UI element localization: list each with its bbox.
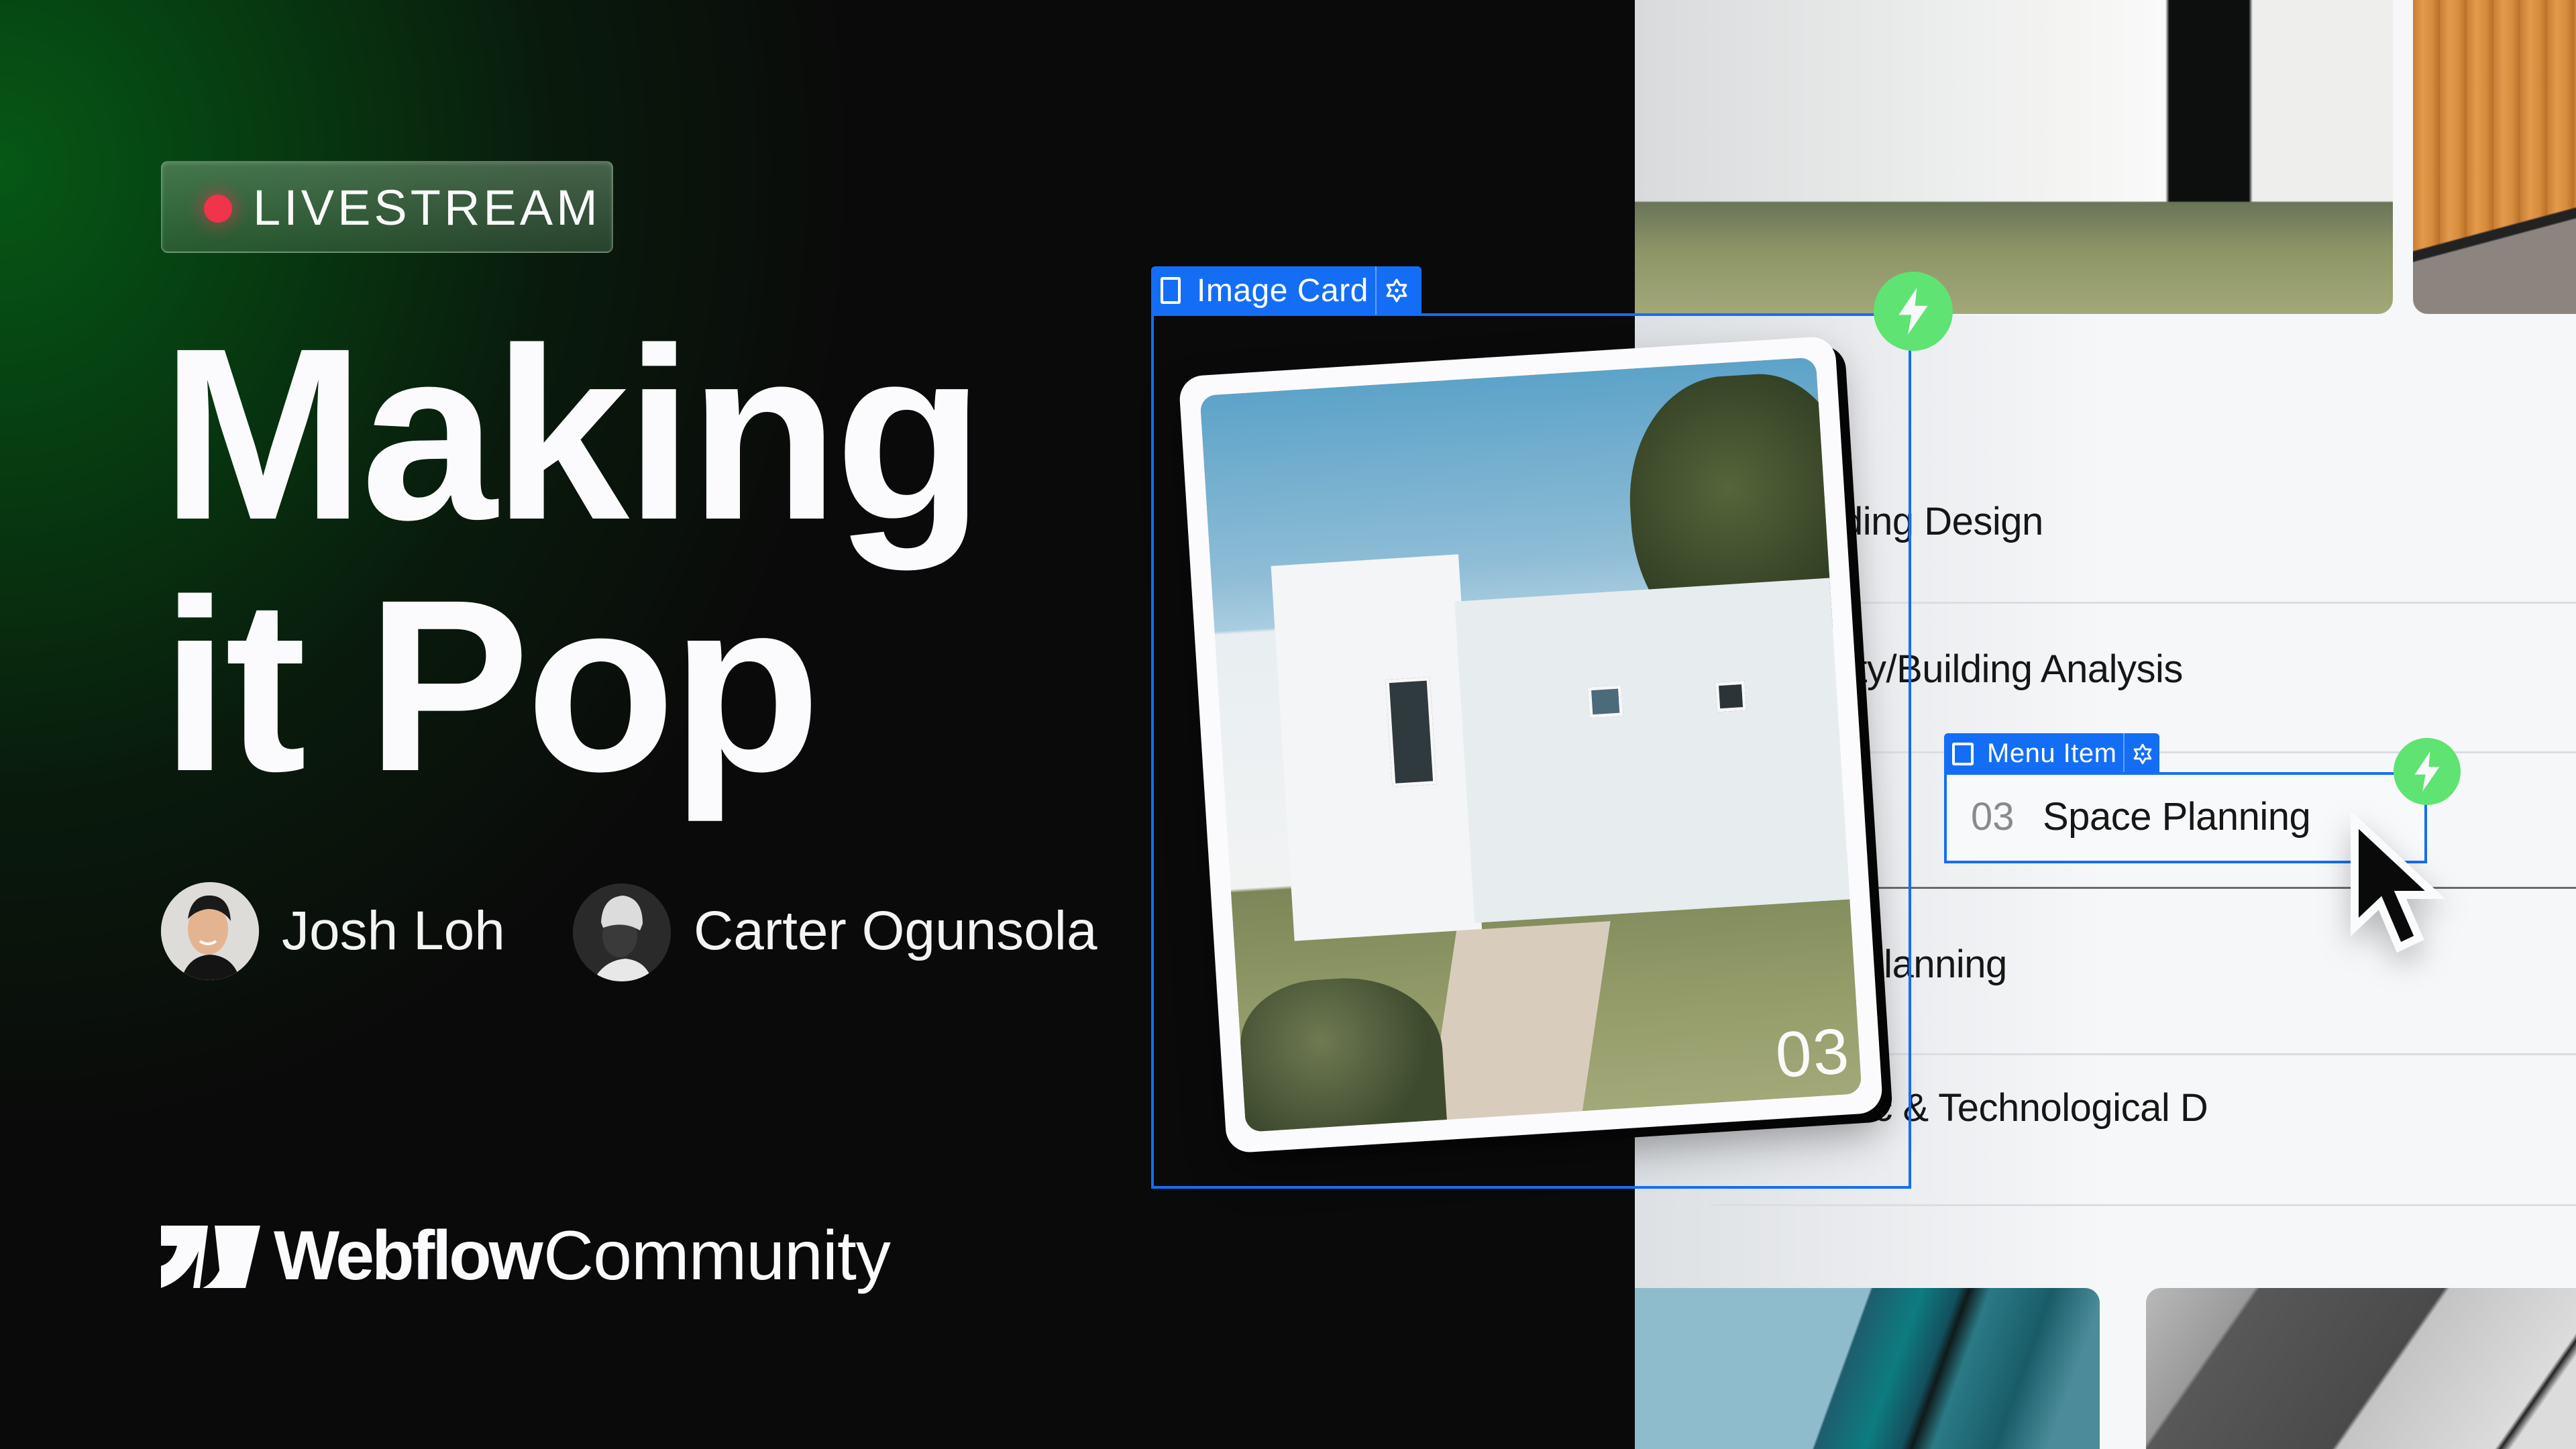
menu-item-selection-tab[interactable]: Menu Item	[1944, 733, 2159, 774]
image-card-tab-label: Image Card	[1197, 272, 1368, 309]
person-photo-icon	[573, 883, 671, 981]
top-wood-facade-photo	[2413, 0, 2576, 314]
menu-item-tab-label: Menu Item	[1987, 739, 2117, 768]
bottom-concrete-ceiling-photo	[2146, 1288, 2576, 1449]
webflow-logo-icon	[161, 1226, 260, 1288]
live-indicator-dot-icon	[204, 195, 232, 223]
livestream-badge: LIVESTREAM	[161, 161, 613, 253]
page-title-line-1: Making	[161, 298, 984, 571]
menu-item-number: 03	[1971, 795, 2015, 839]
host-name-carter-ogunsola: Carter Ogunsola	[694, 900, 1097, 961]
menu-item-label: Space Planning	[2043, 795, 2311, 839]
list-item[interactable]: ic & Technological D	[1865, 1085, 2208, 1132]
gear-icon[interactable]	[1382, 276, 1411, 305]
component-square-icon	[1161, 277, 1181, 304]
list-divider	[1711, 1204, 2576, 1206]
top-house-photo	[1635, 0, 2393, 314]
bottom-teal-building-photo	[1635, 1288, 2100, 1449]
livestream-label: LIVESTREAM	[253, 180, 601, 235]
interaction-bolt-icon[interactable]	[1874, 272, 1953, 351]
component-square-icon	[1952, 742, 1974, 765]
host-name-josh-loh: Josh Loh	[282, 900, 505, 961]
avatar-josh-loh	[161, 882, 259, 980]
tab-separator	[1375, 266, 1377, 315]
tab-separator	[2123, 733, 2125, 774]
page-title-line-2: it Pop	[161, 549, 821, 822]
avatar-carter-ogunsola	[573, 883, 671, 981]
mouse-cursor-icon	[2348, 810, 2449, 954]
brand-name-community: Community	[543, 1217, 891, 1295]
gear-icon[interactable]	[2130, 741, 2155, 767]
brand-name-webflow: Webflow	[274, 1217, 543, 1295]
interaction-bolt-icon[interactable]	[2394, 738, 2461, 805]
person-photo-icon	[161, 882, 259, 980]
image-card-selection-outline	[1151, 313, 1911, 1189]
image-card-selection-tab[interactable]: Image Card	[1151, 266, 1421, 315]
